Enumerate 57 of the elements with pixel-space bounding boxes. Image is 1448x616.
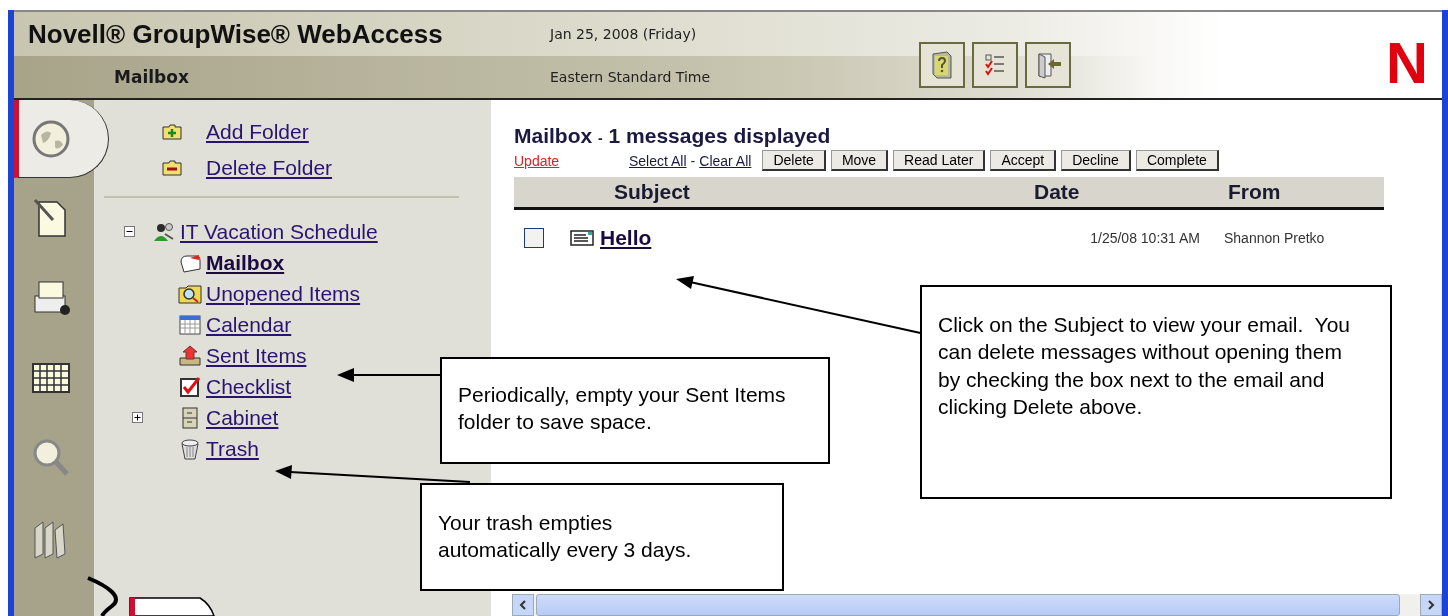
calendar-icon — [178, 313, 202, 336]
toolbar-button[interactable]: Read Later — [893, 150, 986, 171]
timezone-label: Eastern Standard Time — [550, 69, 711, 85]
section-title: Mailbox — [114, 67, 190, 87]
help-button[interactable] — [919, 42, 965, 88]
folder-action-link[interactable]: Delete Folder — [206, 156, 333, 180]
folder-link[interactable]: Mailbox — [206, 250, 285, 275]
message-subject-link[interactable]: Hello — [600, 226, 1010, 250]
message-icon — [570, 230, 594, 246]
folder-name: Mailbox — [514, 124, 593, 147]
folder-plus-icon — [162, 123, 182, 141]
folder-magnifier-icon — [178, 282, 202, 305]
folder-action-link[interactable]: Add Folder — [206, 120, 309, 144]
collapse-toggle[interactable] — [124, 226, 135, 237]
select-all-link[interactable]: Select All — [629, 152, 687, 169]
outbox-icon — [178, 344, 202, 367]
folder-minus-icon — [162, 159, 182, 177]
folder-link[interactable]: Trash — [206, 436, 259, 461]
toolbar-button[interactable]: Decline — [1061, 150, 1131, 171]
callout-note: Periodically, empty your Sent Items folder to save space. — [440, 357, 830, 464]
folder-link[interactable]: Sent Items — [206, 343, 307, 368]
trash-icon — [178, 437, 202, 460]
checkbox[interactable] — [524, 228, 544, 248]
left-chevron-icon — [518, 600, 528, 610]
message-count: 1 messages displayed — [608, 124, 831, 147]
company-logo: N — [1386, 34, 1428, 92]
clear-all-link[interactable]: Clear All — [699, 152, 752, 169]
right-chevron-icon — [1426, 600, 1436, 610]
people-icon — [152, 220, 176, 243]
callout-note: Your trash empties automatically every 3 days. — [420, 483, 784, 591]
callout-note: Click on the Subject to view your email. You can delete messages without opening them by checking the box next to the email and clicking Delete above. — [920, 285, 1392, 499]
toolbar-button[interactable]: Move — [830, 150, 889, 171]
folder-link[interactable]: IT Vacation Schedule — [180, 219, 378, 244]
expand-toggle[interactable] — [132, 412, 143, 423]
checklist-button[interactable] — [972, 42, 1018, 88]
app-title: Novell® GroupWise® WebAccess — [28, 18, 444, 50]
toolbar-button[interactable]: Complete — [1135, 150, 1219, 171]
scroll-left-button[interactable] — [512, 594, 534, 616]
brace-drawing — [87, 576, 118, 616]
update-link[interactable]: Update — [514, 152, 624, 169]
message-sender: Shannon Pretko — [1224, 230, 1325, 246]
title-separator: - — [598, 130, 603, 146]
date-label: Jan 25, 2008 (Friday) — [550, 26, 697, 42]
toolbar-button[interactable]: Accept — [990, 150, 1057, 171]
folder-link[interactable]: Unopened Items — [206, 281, 361, 306]
scroll-right-button[interactable] — [1420, 594, 1442, 616]
folder-link[interactable]: Calendar — [206, 312, 292, 337]
column-header: Subject — [614, 180, 690, 204]
toolbar-button[interactable]: Delete — [762, 150, 826, 171]
column-header: Date — [1034, 180, 1080, 204]
exit-button[interactable] — [1025, 42, 1071, 88]
folder-link[interactable]: Checklist — [206, 374, 292, 399]
folder-link[interactable]: Cabinet — [206, 405, 279, 430]
checkbox-icon — [178, 375, 202, 398]
column-header: From — [1228, 180, 1281, 204]
link-separator: - — [690, 152, 696, 169]
message-date: 1/25/08 10:31 AM — [1089, 230, 1200, 246]
